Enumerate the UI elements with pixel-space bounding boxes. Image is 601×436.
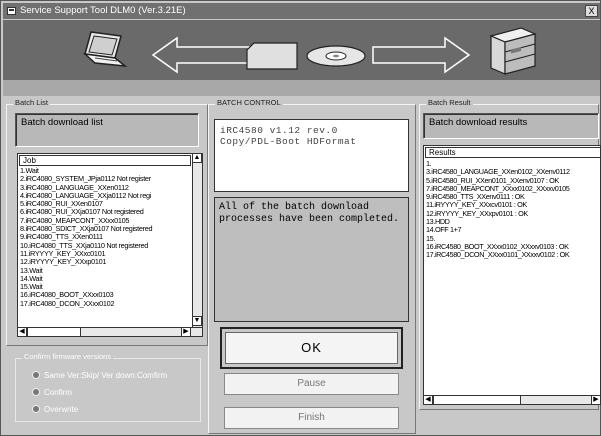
results-column-header[interactable]: Results <box>425 147 600 158</box>
batch-list-legend: Batch List <box>13 98 50 107</box>
title-bar: Service Support Tool DLM0 (Ver.3.21E) X <box>3 3 600 19</box>
result-list-item[interactable]: 14.OFF 1+7 <box>426 226 570 235</box>
batch-result-legend: Batch Result <box>426 98 473 107</box>
batch-list-group: Batch List Batch download list Job 1.Wai… <box>6 98 208 346</box>
card-icon <box>246 42 298 70</box>
radio-same-ver[interactable]: Same Ver:Skip/ Ver down:Comfirm <box>32 371 167 380</box>
copier-icon <box>489 27 537 75</box>
window-title: Service Support Tool DLM0 (Ver.3.21E) <box>20 5 186 16</box>
radio-dot-icon <box>32 388 40 396</box>
scroll-left-icon[interactable]: ◀ <box>18 327 27 336</box>
app-window: Service Support Tool DLM0 (Ver.3.21E) X <box>0 0 601 436</box>
job-hscroll-thumb[interactable] <box>27 327 81 336</box>
banner-strip <box>3 80 600 96</box>
job-list-item[interactable]: 17.iRC4080_DCON_XXxx0102 <box>20 299 152 308</box>
batch-result-header: Batch download results <box>423 113 599 139</box>
radio-overwrite-label: Overwrite <box>44 405 79 414</box>
scroll-right-icon[interactable]: ▶ <box>181 327 191 336</box>
job-column-header[interactable]: Job <box>19 155 191 166</box>
disc-icon <box>306 45 366 67</box>
left-arrow-icon <box>151 36 250 74</box>
job-items[interactable]: 1.Wait 2.iRC4080_SYSTEM_JPja0112 Not regi… <box>20 166 153 308</box>
pause-button[interactable]: Pause <box>224 373 399 395</box>
radio-dot-icon <box>32 405 40 413</box>
ok-button-frame: OK <box>220 327 403 369</box>
right-arrow-icon <box>372 36 471 74</box>
finish-button[interactable]: Finish <box>224 407 399 429</box>
close-button[interactable]: X <box>585 5 598 17</box>
result-hscroll[interactable]: ◀ ▶ <box>424 395 600 404</box>
job-vscroll[interactable]: ▲ ▼ <box>192 154 202 327</box>
transfer-banner <box>3 20 600 96</box>
scroll-up-icon[interactable]: ▲ <box>192 154 202 163</box>
firmware-group: Confirm firmware versions Same Ver:Skip/… <box>15 352 201 422</box>
radio-confirm-label: Confirm <box>44 388 73 397</box>
batch-control-legend: BATCH CONTROL <box>215 98 283 107</box>
batch-list-box[interactable]: Job 1.Wait 2.iRC4080_SYSTEM_JPja0112 Not … <box>17 153 203 337</box>
scroll-right-icon[interactable]: ▶ <box>591 395 600 404</box>
ok-button[interactable]: OK <box>225 332 398 364</box>
result-list-item[interactable]: 17.iRC4580_DCON_XXxx0101_XXxxv0102 : OK <box>426 250 570 259</box>
scroll-down-icon[interactable]: ▼ <box>192 316 202 326</box>
radio-confirm[interactable]: Confirm <box>32 388 72 397</box>
firmware-legend: Confirm firmware versions <box>22 352 114 361</box>
radio-dot-icon <box>32 371 40 379</box>
job-hscroll[interactable]: ◀ ▶ <box>18 327 202 336</box>
radio-same-ver-label: Same Ver:Skip/ Ver down:Comfirm <box>44 371 168 380</box>
radio-overwrite[interactable]: Overwrite <box>32 405 78 414</box>
laptop-icon <box>82 31 128 67</box>
status-message: All of the batch download processes have… <box>214 197 409 322</box>
batch-list-header: Batch download list <box>15 113 199 147</box>
batch-result-box[interactable]: Results 1. 3.iRC4580_LANGUAGE_XXen0102_XX… <box>423 145 601 405</box>
device-info: iRC4580 v1.12 rev.0 Copy/PDL-Boot HDForm… <box>214 119 409 192</box>
window-menu-icon[interactable] <box>7 7 16 15</box>
batch-result-group: Batch Result Batch download results Resu… <box>419 98 601 410</box>
result-hscroll-thumb[interactable] <box>433 395 521 404</box>
result-items[interactable]: 1. 3.iRC4580_LANGUAGE_XXen0102_XXenv0112 5… <box>426 159 570 260</box>
scroll-left-icon[interactable]: ◀ <box>424 395 433 404</box>
